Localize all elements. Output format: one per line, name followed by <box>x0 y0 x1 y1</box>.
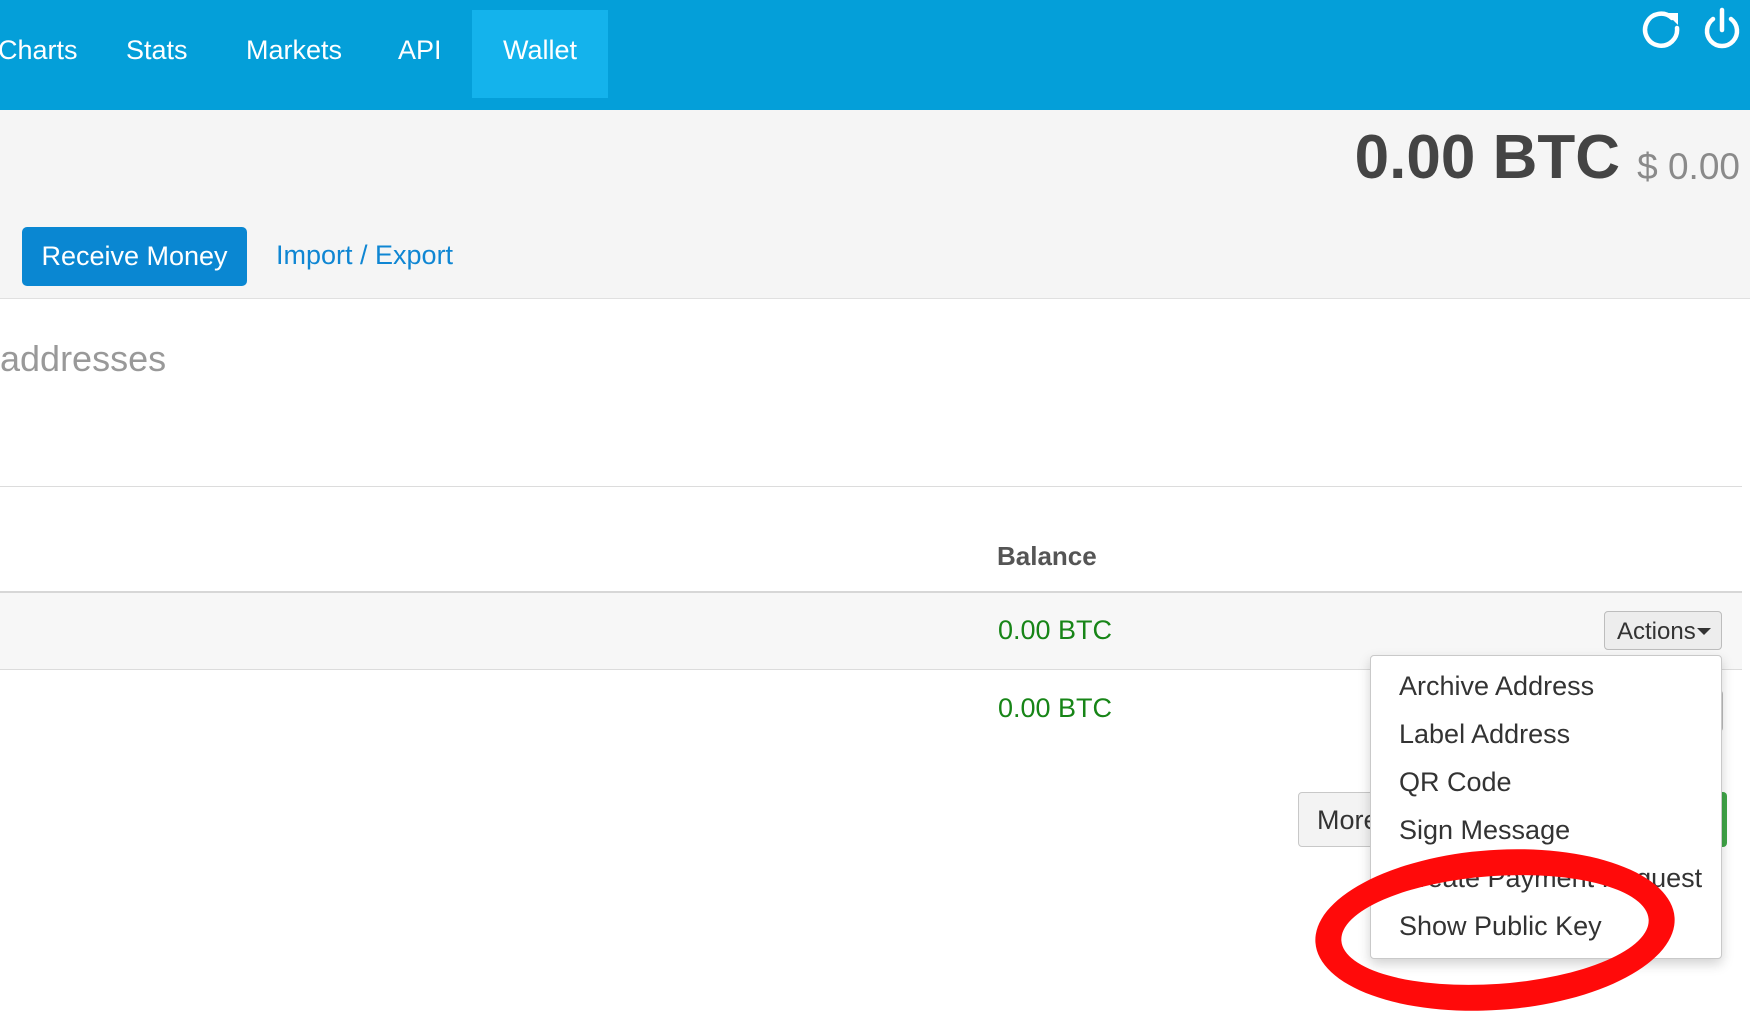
menu-item-show-public-key[interactable]: Show Public Key <box>1399 911 1602 942</box>
top-navbar: Charts Stats Markets API Wallet <box>0 0 1750 110</box>
actions-dropdown-button[interactable]: Actions <box>1604 611 1722 650</box>
menu-item-create-payment-request[interactable]: Create Payment Request <box>1399 863 1702 894</box>
balance-usd: $ 0.00 <box>1637 146 1740 187</box>
nav-item-stats[interactable]: Stats <box>112 10 202 98</box>
nav-item-charts[interactable]: Charts <box>0 10 84 98</box>
menu-item-qr-code[interactable]: QR Code <box>1399 767 1512 798</box>
nav-item-markets[interactable]: Markets <box>232 10 356 98</box>
row-balance: 0.00 BTC <box>998 693 1113 723</box>
actions-dropdown-menu: Archive Address Label Address QR Code Si… <box>1370 655 1722 959</box>
section-title: addresses <box>0 338 167 379</box>
balance-btc: 0.00 BTC <box>1354 123 1620 192</box>
menu-item-label-address[interactable]: Label Address <box>1399 719 1570 750</box>
more-button[interactable]: More <box>1298 792 1378 847</box>
import-export-link[interactable]: Import / Export <box>276 240 453 271</box>
menu-item-sign-message[interactable]: Sign Message <box>1399 815 1570 846</box>
balance-column-header: Balance <box>997 541 1097 571</box>
refresh-icon[interactable] <box>1636 4 1688 56</box>
caret-down-icon <box>1697 628 1711 635</box>
nav-item-wallet[interactable]: Wallet <box>472 10 609 98</box>
divider <box>0 486 1742 487</box>
menu-item-archive-address[interactable]: Archive Address <box>1399 671 1594 702</box>
power-icon[interactable] <box>1696 4 1748 56</box>
nav-item-api[interactable]: API <box>384 10 456 98</box>
row-balance: 0.00 BTC <box>998 615 1113 645</box>
actions-label: Actions <box>1617 618 1696 645</box>
receive-money-button[interactable]: Receive Money <box>22 227 247 286</box>
